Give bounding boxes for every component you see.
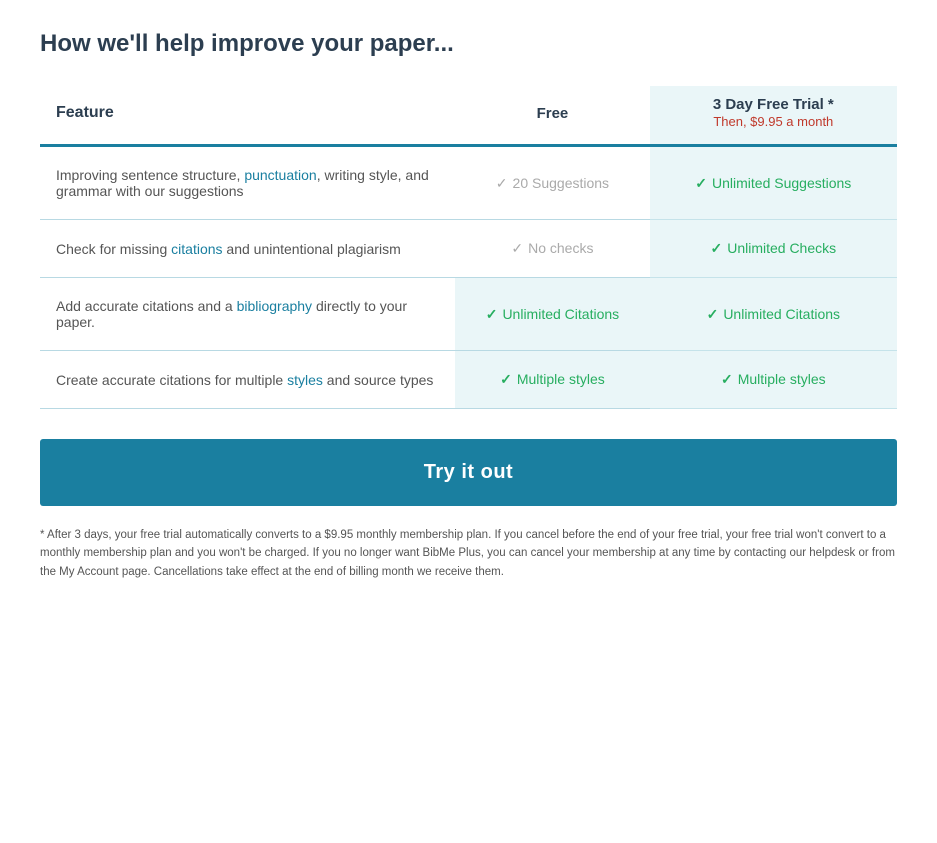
footnote: * After 3 days, your free trial automati… xyxy=(40,526,897,581)
feature-cell-1: Check for missing citations and unintent… xyxy=(40,220,455,278)
feature-link-1[interactable]: citations xyxy=(171,241,222,257)
page-title: How we'll help improve your paper... xyxy=(40,30,897,58)
feature-cell-2: Add accurate citations and a bibliograph… xyxy=(40,278,455,351)
trial-cell-0: ✓ Unlimited Suggestions xyxy=(650,147,897,220)
column-header-feature: Feature xyxy=(40,86,455,144)
check-icon-free-1: ✓ xyxy=(511,240,523,256)
feature-text-3: and source types xyxy=(323,372,434,388)
trial-value-0: Unlimited Suggestions xyxy=(712,175,851,191)
feature-text-0: Improving sentence structure, xyxy=(56,167,244,183)
feature-text-3: Create accurate citations for multiple xyxy=(56,372,287,388)
free-value-0: 20 Suggestions xyxy=(513,175,610,191)
trial-value-1: Unlimited Checks xyxy=(727,240,836,256)
check-icon-trial-3: ✓ xyxy=(721,371,733,387)
free-cell-1: ✓ No checks xyxy=(455,220,649,278)
check-icon-trial-2: ✓ xyxy=(707,306,719,322)
check-icon-trial-1: ✓ xyxy=(710,240,722,256)
free-cell-0: ✓ 20 Suggestions xyxy=(455,147,649,220)
free-value-1: No checks xyxy=(528,240,593,256)
check-icon-free-2: ✓ xyxy=(486,306,498,322)
check-icon-trial-0: ✓ xyxy=(695,175,707,191)
column-header-trial: 3 Day Free Trial * Then, $9.95 a month xyxy=(650,86,897,144)
column-header-free: Free xyxy=(455,86,649,144)
feature-link-0[interactable]: punctuation xyxy=(244,167,316,183)
feature-link-3[interactable]: styles xyxy=(287,372,323,388)
feature-text-2: Add accurate citations and a xyxy=(56,298,237,314)
trial-cell-2: ✓Unlimited Citations xyxy=(650,278,897,351)
trial-header-sub: Then, $9.95 a month xyxy=(713,114,833,129)
check-icon-free-3: ✓ xyxy=(500,371,512,387)
trial-value-3: Multiple styles xyxy=(738,371,826,387)
feature-cell-0: Improving sentence structure, punctuatio… xyxy=(40,147,455,220)
free-cell-3: ✓ Multiple styles xyxy=(455,351,649,409)
feature-text-1: and unintentional plagiarism xyxy=(223,241,401,257)
feature-text-1: Check for missing xyxy=(56,241,171,257)
trial-value-2: Unlimited Citations xyxy=(723,306,840,322)
free-value-2: Unlimited Citations xyxy=(502,306,619,322)
trial-cell-1: ✓ Unlimited Checks xyxy=(650,220,897,278)
feature-cell-3: Create accurate citations for multiple s… xyxy=(40,351,455,409)
trial-header-label: 3 Day Free Trial * xyxy=(666,96,881,113)
feature-link-2[interactable]: bibliography xyxy=(237,298,313,314)
try-button[interactable]: Try it out xyxy=(40,439,897,506)
free-cell-2: ✓Unlimited Citations xyxy=(455,278,649,351)
try-button-wrap: Try it out xyxy=(40,439,897,506)
check-icon-free-0: ✓ xyxy=(496,175,508,191)
trial-cell-3: ✓ Multiple styles xyxy=(650,351,897,409)
comparison-table: Feature Free 3 Day Free Trial * Then, $9… xyxy=(40,86,897,409)
free-value-3: Multiple styles xyxy=(517,371,605,387)
